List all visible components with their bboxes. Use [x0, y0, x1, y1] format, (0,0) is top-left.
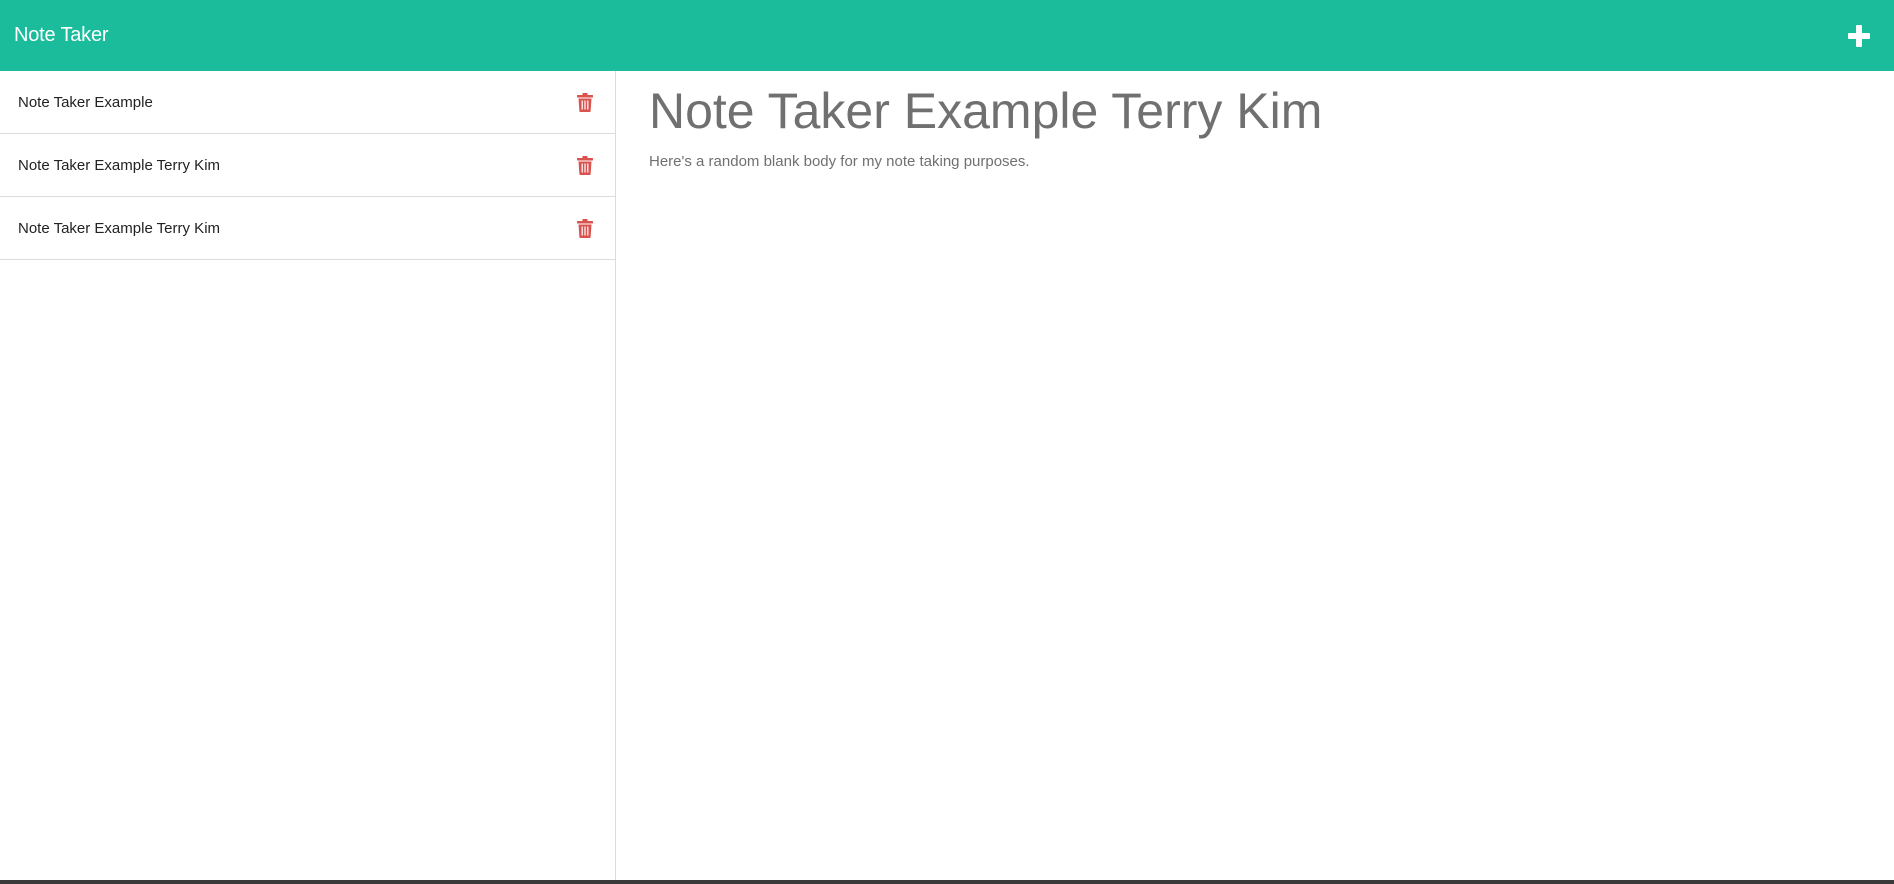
delete-note-button[interactable] [575, 91, 595, 113]
note-item-title: Note Taker Example [18, 93, 153, 111]
app-title[interactable]: Note Taker [14, 24, 109, 47]
note-item-title: Note Taker Example Terry Kim [18, 156, 221, 174]
trash-icon [577, 155, 593, 175]
plus-icon [1848, 24, 1870, 47]
note-body-textarea[interactable]: Here's a random blank body for my note t… [649, 152, 1862, 752]
note-list: Note Taker Example Note Taker Example Te… [0, 71, 615, 260]
window-bottom-edge [0, 880, 1894, 884]
list-item[interactable]: Note Taker Example Terry Kim [0, 134, 615, 197]
trash-icon [577, 92, 593, 112]
new-note-button[interactable] [1844, 21, 1874, 51]
note-editor: Here's a random blank body for my note t… [617, 71, 1894, 880]
note-item-title: Note Taker Example Terry Kim [18, 219, 221, 237]
trash-icon [577, 218, 593, 238]
delete-note-button[interactable] [575, 217, 595, 239]
note-title-input[interactable] [649, 81, 1862, 141]
list-item[interactable]: Note Taker Example [0, 71, 615, 134]
navbar: Note Taker [0, 0, 1894, 71]
list-item[interactable]: Note Taker Example Terry Kim [0, 197, 615, 260]
delete-note-button[interactable] [575, 154, 595, 176]
note-list-sidebar: Note Taker Example Note Taker Example Te… [0, 71, 616, 880]
